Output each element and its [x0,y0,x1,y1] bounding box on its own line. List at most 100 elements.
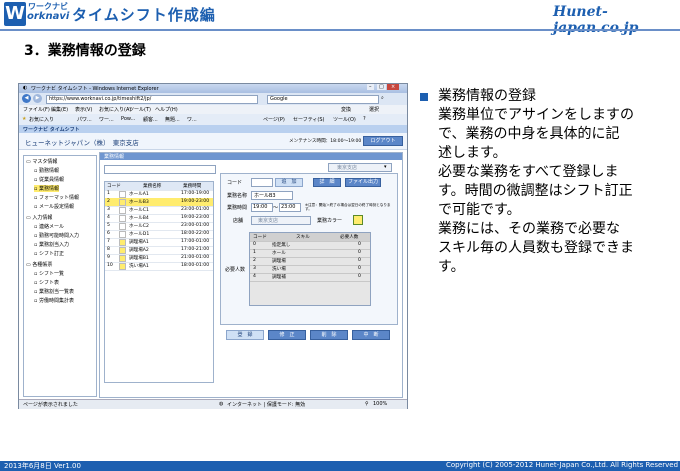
row-color-swatch [119,191,126,198]
menu-help[interactable]: ヘルプ(H) [155,106,178,113]
tree-item-contact-mail[interactable]: ▫ 連絡メール [34,223,64,230]
tree-item-shift-table[interactable]: ▫ シフト表 [34,279,59,286]
row-time: 23:00-01:00 [181,207,210,212]
search-icon[interactable]: ⌕ [381,95,384,101]
tree-item-shift-correction[interactable]: ▫ シフト訂正 [34,250,64,257]
search-input[interactable]: Google [267,95,379,104]
row-name: ホールB4 [129,216,149,221]
skill-row[interactable]: 4 調理補 0 [250,273,370,282]
tree-item-reports[interactable]: ▭ 各種帳票 [26,261,52,268]
tree-item-input[interactable]: ▭ 入力情報 [26,214,52,221]
tree-label: シフト一覧 [38,271,64,277]
skill-code: 3 [253,266,256,271]
forward-icon[interactable]: ▶ [33,94,42,103]
interrupt-button[interactable]: 中 断 [352,330,390,340]
skill-code: 2 [253,258,256,263]
detail-button[interactable]: 詳 細 [313,178,341,187]
color-label: 業務カラー [317,218,343,224]
tab-3[interactable]: Pow... [121,116,135,122]
menu-tools[interactable]: ツール(T) [129,106,151,113]
tab-1[interactable]: パワ... [77,116,92,123]
row-time: 19:00-23:00 [181,199,210,204]
col-time: 業務時間 [183,184,202,189]
grid-col-count: 必要人数 [340,235,359,240]
tree-label: フォーマット情報 [38,195,79,201]
task-name-input[interactable]: ホールB3 [251,191,293,200]
zoom-level[interactable]: 100% [373,401,387,407]
address-input[interactable]: https://www.worknavi.co.jp/timeshift2/jp… [46,95,258,104]
tab-6[interactable]: ワ... [187,116,197,123]
description-line: スキル毎の人員数も登録できま [438,240,634,256]
menu-bar: ファイル(F) 編集(E) 表示(V) お気に入り(A) ツール(T) ヘルプ(… [19,105,407,114]
logo-sub-text: orknavi [27,11,70,22]
grid-col-skill: スキル [296,235,310,240]
description-line: 業務には、その業務で必要な [438,221,620,237]
delete-button[interactable]: 削 除 [310,330,348,340]
tab-2[interactable]: ワー... [99,116,114,123]
tree-item-assign-list[interactable]: ▫ 業務割当一覧表 [34,288,74,295]
tree-item-task-assign[interactable]: ▫ 業務割当入力 [34,241,69,248]
browser-window: ◐ ワークナビ タイムシフト - Windows Internet Explor… [18,83,408,409]
description-line: す。 [438,259,465,275]
footer-date: 2013年6月8日 Ver1.00 [4,462,81,470]
worknavi-logo: W [4,2,26,26]
favorites-label[interactable]: お気に入り [29,116,54,123]
tree-item-master[interactable]: ▭ マスタ情報 [26,158,57,165]
edit-button[interactable]: 修 正 [268,330,306,340]
app-viewport: ワークナビ タイムシフト ヒューネットジャパン（株） 東京支店 メンテナンス時間… [19,125,407,399]
globe-icon: ◍ [219,401,224,407]
tree-item-shift-list[interactable]: ▫ シフト一覧 [34,270,64,277]
menu-edit[interactable]: 編集(E) [51,106,68,113]
tree-item-employee-info[interactable]: ▫ 従業員情報 [34,176,64,183]
star-icon: ★ [22,116,27,122]
bullet-square [420,93,428,101]
row-name: ホールD1 [129,232,150,237]
store-select-value: 東京支店 [337,165,358,171]
tree-label: 連絡メール [38,224,64,230]
select-button[interactable]: 選択 [369,106,379,113]
time-from-input[interactable]: 19:00 [251,203,273,212]
logout-button[interactable]: ログアウト [363,136,403,146]
banner-divider [0,29,680,31]
store-select[interactable]: 東京支店 ▾ [328,163,392,172]
section-title: 3．業務情報の登録 [24,43,146,59]
maximize-button[interactable]: □ [377,84,386,90]
tab-5[interactable]: 無題... [165,116,180,123]
add-button[interactable]: 追 加 [275,178,303,187]
task-filter-input[interactable] [104,165,216,174]
tree-item-availability[interactable]: ▫ 勤務可能時間入力 [34,232,79,239]
row-time: 17:00-21:00 [181,247,210,252]
safety-menu[interactable]: セーフティ(S) [293,116,324,123]
tree-item-format-info[interactable]: ▫ フォーマット情報 [34,194,79,201]
description-line: 述します。 [438,145,507,161]
tree-item-hours-summary[interactable]: ▫ 労働時間集計表 [34,297,74,304]
time-from-value: 19:00 [253,204,268,210]
tools-menu[interactable]: ツール(O) [333,116,356,123]
code-input[interactable] [251,178,273,187]
page-menu[interactable]: ページ(P) [263,116,285,123]
menu-file[interactable]: ファイル(F) [23,106,50,113]
task-color-swatch[interactable] [353,215,363,225]
tree-item-shift-info[interactable]: ▫ 勤務情報 [34,167,59,174]
description-line: で、業務の中身を具体的に記 [438,126,620,142]
tree-label: 勤務可能時間入力 [38,233,79,239]
tab-4[interactable]: 顧客... [143,116,158,123]
minimize-button[interactable]: – [367,84,374,90]
tree-label: 労働時間集計表 [38,298,74,304]
table-row[interactable]: 10 洗い場A1 18:00-01:00 [105,262,213,271]
store-dropdown[interactable]: 東京支店 [251,216,311,225]
skill-code: 4 [253,274,256,279]
menu-view[interactable]: 表示(V) [75,106,92,113]
close-icon[interactable]: × [387,84,400,90]
time-to-input[interactable]: 23:00 [279,203,301,212]
zoom-icon[interactable]: ⚲ [365,401,369,407]
help-icon[interactable]: ? [363,116,366,122]
name-label: 業務名称 [227,193,248,199]
tree-item-mail-settings[interactable]: ▫ メール設定情報 [34,203,74,210]
menu-favorites[interactable]: お気に入り(A) [99,106,131,113]
convert-button[interactable]: 変換 [341,106,351,113]
tree-item-task-info[interactable]: ▫ 業務情報 [34,185,59,192]
register-button[interactable]: 登 録 [226,330,264,340]
back-icon[interactable]: ◀ [22,94,31,103]
file-output-button[interactable]: ファイル出力 [345,178,381,187]
